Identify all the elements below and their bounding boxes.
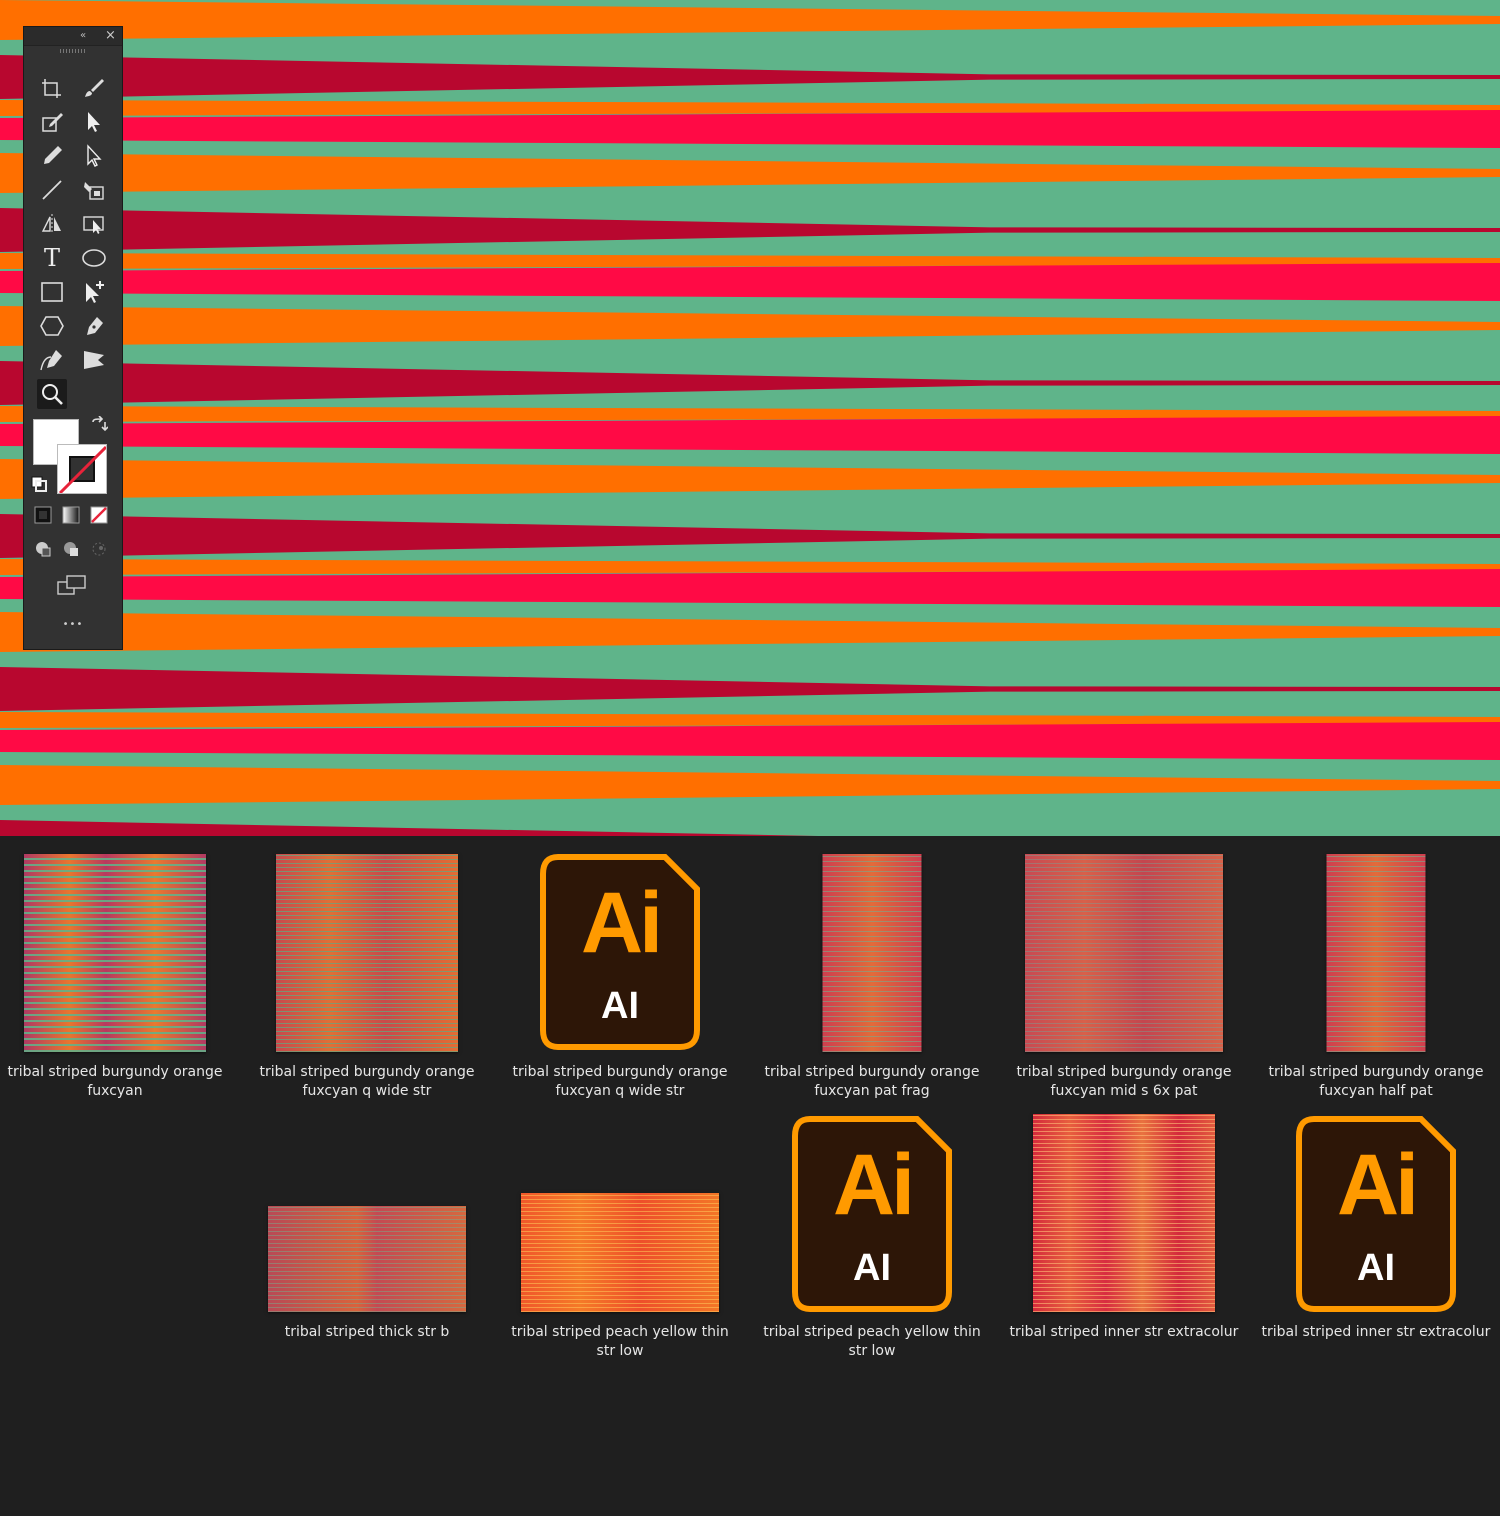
add-anchor-tool-icon[interactable]	[79, 277, 109, 307]
default-fill-stroke-icon[interactable]	[27, 472, 51, 496]
draw-normal-icon[interactable]	[32, 538, 54, 560]
ai-icon-extension: AI	[1357, 1247, 1395, 1289]
file-name: tribal striped peach yellow thin str low	[511, 1324, 729, 1359]
tools-panel: « × T •••	[23, 26, 123, 650]
stripe-band	[0, 153, 1500, 193]
file-thumbnail	[1025, 854, 1223, 1052]
panel-grip[interactable]	[60, 49, 86, 53]
file-name: tribal striped burgundy orange fuxcyan q…	[259, 1064, 475, 1099]
stripe-band	[0, 514, 1500, 558]
tools-panel-titlebar[interactable]: « ×	[24, 27, 122, 46]
illustrator-file-icon: Ai AI	[1296, 1116, 1456, 1312]
file-thumbnail	[1033, 1114, 1215, 1312]
rectangle-tool-icon[interactable]	[37, 277, 67, 307]
type-tool-icon[interactable]: T	[37, 243, 67, 273]
draw-behind-icon[interactable]	[60, 538, 82, 560]
paintbrush-tool-icon[interactable]	[79, 73, 109, 103]
polygon-tool-icon[interactable]	[37, 311, 67, 341]
file-thumbnail	[276, 854, 458, 1052]
stripe-band	[0, 459, 1500, 499]
swap-fill-stroke-icon[interactable]	[87, 413, 111, 437]
file-name: tribal striped thick str b	[284, 1324, 450, 1340]
stripe-band	[0, 722, 1500, 760]
perspective-selection-tool-icon[interactable]	[79, 209, 109, 239]
stroke-swatch[interactable]	[57, 444, 107, 494]
stripe-band	[0, 208, 1500, 252]
artboard-tool-icon[interactable]	[37, 73, 67, 103]
stripe-band	[0, 612, 1500, 652]
edit-toolbar-more-icon[interactable]: •••	[24, 619, 122, 630]
ai-icon-extension: AI	[853, 1247, 891, 1289]
none-mode-icon[interactable]	[88, 504, 110, 526]
ai-icon-label: Ai	[833, 1137, 915, 1233]
stripe-band	[0, 569, 1500, 607]
type-tool-glyph: T	[43, 244, 60, 272]
file-name: tribal striped burgundy orange fuxcyan	[7, 1064, 223, 1099]
file-thumbnail	[268, 1206, 466, 1312]
zoom-tool-icon[interactable]	[37, 379, 67, 409]
stripe-band	[0, 263, 1500, 301]
color-mode-icon[interactable]	[32, 504, 54, 526]
stripe-band	[0, 765, 1500, 805]
stripe-band	[0, 667, 1500, 711]
file-thumbnail	[24, 854, 206, 1052]
artwork-canvas[interactable]	[0, 0, 1500, 836]
screen-mode-icon[interactable]	[57, 571, 87, 601]
file-name: tribal striped burgundy orange fuxcyan p…	[764, 1064, 980, 1099]
file-name: tribal striped burgundy orange fuxcyan q…	[512, 1064, 728, 1099]
illustrator-file-icon: Ai AI	[792, 1116, 952, 1312]
close-panel-icon[interactable]: ×	[105, 27, 116, 45]
stripe-band	[0, 55, 1500, 99]
file-thumbnail	[822, 854, 922, 1052]
illustrator-file-icon: Ai AI	[540, 854, 700, 1050]
stripe-band	[0, 306, 1500, 346]
stripe-band	[0, 0, 1500, 40]
ai-icon-extension: AI	[601, 985, 639, 1027]
free-transform-tool-icon[interactable]	[79, 345, 109, 375]
curvature-tool-icon[interactable]	[37, 345, 67, 375]
file-name: tribal striped inner str extracolur	[1261, 1324, 1491, 1340]
ai-icon-label: Ai	[1337, 1137, 1419, 1233]
ai-icon-label: Ai	[581, 875, 663, 971]
stripe-band	[0, 361, 1500, 405]
file-name: tribal striped inner str extracolur	[1009, 1324, 1239, 1340]
line-tool-icon[interactable]	[37, 175, 67, 205]
draw-inside-icon[interactable]	[88, 538, 110, 560]
file-thumbnail	[521, 1193, 719, 1312]
reflect-tool-icon[interactable]	[37, 209, 67, 239]
gradient-mode-icon[interactable]	[60, 504, 82, 526]
file-thumbnail	[1326, 854, 1426, 1052]
pencil-tool-icon[interactable]	[37, 141, 67, 171]
pen-tool-icon[interactable]	[79, 311, 109, 341]
file-name: tribal striped burgundy orange fuxcyan h…	[1268, 1064, 1484, 1099]
pen-edit-tool-icon[interactable]	[37, 107, 67, 137]
selection-tool-icon[interactable]	[79, 107, 109, 137]
file-name: tribal striped burgundy orange fuxcyan m…	[1016, 1064, 1232, 1099]
stripe-band	[0, 110, 1500, 148]
direct-selection-tool-icon[interactable]	[79, 141, 109, 171]
striped-pattern	[0, 0, 1500, 836]
collapse-panel-icon[interactable]: «	[80, 28, 86, 44]
stripe-band	[0, 820, 819, 836]
live-paint-tool-icon[interactable]	[79, 175, 109, 205]
file-name: tribal striped peach yellow thin str low	[763, 1324, 981, 1359]
stripe-band	[0, 416, 1500, 454]
ellipse-tool-icon[interactable]	[79, 243, 109, 273]
